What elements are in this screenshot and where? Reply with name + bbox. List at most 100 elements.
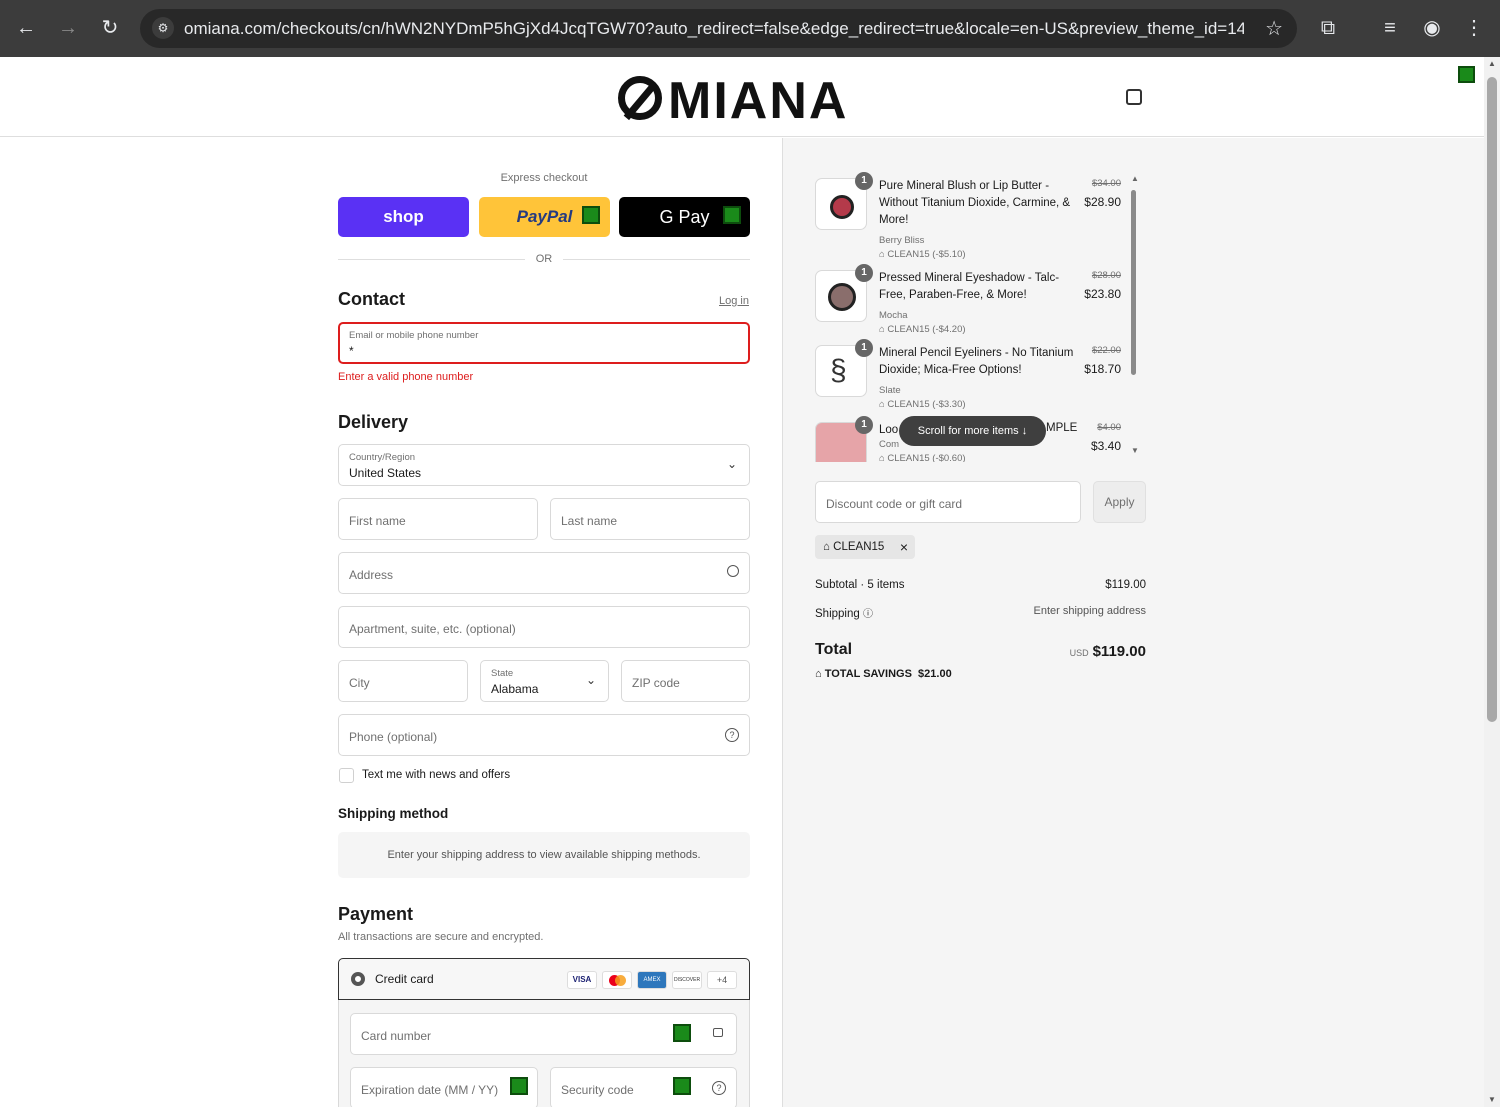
help-icon[interactable]: ? xyxy=(725,728,739,742)
total-savings: ⌂ TOTAL SAVINGS $21.00 xyxy=(815,668,952,680)
page-scrollbar[interactable]: ▲ ▼ xyxy=(1484,57,1500,1107)
original-price: $34.00 xyxy=(1091,178,1121,189)
city-field[interactable]: City xyxy=(338,660,468,702)
amex-icon: AMEX xyxy=(637,971,667,989)
visa-icon: VISA xyxy=(567,971,597,989)
cart-scrollbar[interactable]: ▲ ▼ xyxy=(1131,174,1139,458)
apartment-field[interactable]: Apartment, suite, etc. (optional) xyxy=(338,606,750,648)
payment-subtitle: All transactions are secure and encrypte… xyxy=(338,931,544,943)
more-cards-badge: +4 xyxy=(707,971,737,989)
scroll-up-icon[interactable]: ▲ xyxy=(1131,174,1139,183)
email-error: Enter a valid phone number xyxy=(338,371,474,383)
state-select[interactable]: State Alabama ⌄ xyxy=(480,660,609,702)
product-variant: Mocha xyxy=(879,310,908,321)
state-label: State xyxy=(491,668,514,679)
login-link[interactable]: Log in xyxy=(719,295,749,307)
shopping-bag-icon[interactable] xyxy=(1126,89,1142,105)
text-offers-checkbox[interactable] xyxy=(339,768,354,783)
url-text[interactable]: omiana.com/checkouts/cn/hWN2NYDmP5hGjXd4… xyxy=(184,19,1244,39)
phone-field[interactable]: Phone (optional) ? xyxy=(338,714,750,756)
info-icon[interactable]: ⓘ xyxy=(863,609,873,620)
discount-placeholder: Discount code or gift card xyxy=(826,497,963,511)
browser-toolbar: ← → ↻ ⚙ omiana.com/checkouts/cn/hWN2NYDm… xyxy=(0,0,1500,57)
address-bar[interactable]: ⚙ omiana.com/checkouts/cn/hWN2NYDmP5hGjX… xyxy=(140,9,1297,48)
product-variant: Com xyxy=(879,439,900,450)
item-discount: ⌂ CLEAN15 (-$5.10) xyxy=(879,249,966,260)
cart-items-list[interactable]: 1 Pure Mineral Blush or Lip Butter - Wit… xyxy=(815,170,1145,462)
help-icon[interactable]: ? xyxy=(712,1081,726,1095)
extension-marker-icon xyxy=(582,206,600,224)
discount-code-field[interactable]: Discount code or gift card xyxy=(815,481,1081,523)
cart-item: 1 Pressed Mineral Eyeshadow - Talc-Free,… xyxy=(815,264,1135,340)
item-discount: ⌂ CLEAN15 (-$4.20) xyxy=(879,324,966,335)
shop-pay-button[interactable]: shop xyxy=(338,197,469,237)
total-value: $119.00 xyxy=(1092,643,1146,660)
security-code-field[interactable]: Security code ? xyxy=(550,1067,737,1107)
zip-field[interactable]: ZIP code xyxy=(621,660,750,702)
email-label: Email or mobile phone number xyxy=(349,330,479,341)
google-pay-button[interactable]: G Pay xyxy=(619,197,750,237)
scroll-for-more-button[interactable]: Scroll for more items ↓ xyxy=(899,416,1046,446)
quantity-badge: 1 xyxy=(855,416,873,434)
chevron-down-icon: ⌄ xyxy=(726,457,737,471)
apartment-placeholder: Apartment, suite, etc. (optional) xyxy=(349,622,516,636)
or-separator: OR xyxy=(535,253,553,265)
first-name-placeholder: First name xyxy=(349,514,406,528)
forward-icon[interactable]: → xyxy=(54,14,82,42)
country-label: Country/Region xyxy=(349,452,416,463)
cart-item: § 1 Mineral Pencil Eyeliners - No Titani… xyxy=(815,339,1135,415)
zip-placeholder: ZIP code xyxy=(632,676,680,690)
tag-icon: ⌂ xyxy=(815,668,822,680)
shipping-method-placeholder: Enter your shipping address to view avai… xyxy=(338,832,750,878)
discover-icon: DISCOVER xyxy=(672,971,702,989)
scroll-down-icon[interactable]: ▼ xyxy=(1488,1095,1496,1104)
site-header: MIANA xyxy=(0,57,1484,137)
scroll-down-icon[interactable]: ▼ xyxy=(1131,446,1139,455)
express-checkout-title: Express checkout xyxy=(500,172,588,184)
first-name-field[interactable]: First name xyxy=(338,498,538,540)
item-discount: ⌂ CLEAN15 (-$3.30) xyxy=(879,399,966,410)
search-icon xyxy=(727,565,739,577)
scroll-thumb[interactable] xyxy=(1487,77,1497,722)
product-variant: Berry Bliss xyxy=(879,235,925,246)
address-field[interactable]: Address xyxy=(338,552,750,594)
expiration-field[interactable]: Expiration date (MM / YY) xyxy=(350,1067,538,1107)
phone-placeholder: Phone (optional) xyxy=(349,730,438,744)
reload-icon[interactable]: ↻ xyxy=(96,14,124,42)
product-name: Pure Mineral Blush or Lip Butter - Witho… xyxy=(879,180,1071,226)
total-label: Total xyxy=(815,641,853,658)
credit-card-option[interactable]: Credit card VISA AMEX DISCOVER +4 xyxy=(338,958,750,1000)
extension-marker-icon xyxy=(510,1077,528,1095)
country-select[interactable]: Country/Region United States ⌄ xyxy=(338,444,750,486)
reading-list-icon[interactable]: ≡ xyxy=(1376,14,1404,42)
logo-mark-icon xyxy=(618,76,662,120)
scroll-thumb[interactable] xyxy=(1131,190,1136,375)
discounted-price: $3.40 xyxy=(1090,439,1121,453)
contact-heading: Contact xyxy=(338,289,405,309)
apply-button[interactable]: Apply xyxy=(1093,481,1146,523)
menu-kebab-icon[interactable]: ⋮ xyxy=(1460,14,1488,42)
extension-marker-icon xyxy=(723,206,741,224)
email-field[interactable]: Email or mobile phone number * xyxy=(338,322,750,364)
bookmark-star-icon[interactable]: ☆ xyxy=(1265,16,1283,41)
tag-icon: ⌂ xyxy=(823,541,830,553)
last-name-field[interactable]: Last name xyxy=(550,498,750,540)
checkout-form: Express checkout shop PayPal G Pay OR Co… xyxy=(0,138,782,1107)
extensions-icon[interactable]: ⧉ xyxy=(1314,14,1342,42)
remove-discount-icon[interactable]: × xyxy=(900,535,908,559)
site-info-icon[interactable]: ⚙ xyxy=(152,17,174,39)
card-number-field[interactable]: Card number xyxy=(350,1013,737,1055)
profile-icon[interactable]: ◉ xyxy=(1418,14,1446,42)
logo[interactable]: MIANA xyxy=(618,71,848,131)
back-icon[interactable]: ← xyxy=(12,14,40,42)
text-offers-label: Text me with news and offers xyxy=(362,769,511,781)
paypal-button[interactable]: PayPal xyxy=(479,197,610,237)
subtotal-label: Subtotal · 5 items xyxy=(815,579,905,591)
product-name: Mineral Pencil Eyeliners - No Titanium D… xyxy=(879,347,1074,376)
radio-selected-icon[interactable] xyxy=(351,972,365,986)
last-name-placeholder: Last name xyxy=(561,514,618,528)
credit-card-label: Credit card xyxy=(375,972,434,986)
scroll-up-icon[interactable]: ▲ xyxy=(1488,59,1496,68)
extension-marker-icon xyxy=(673,1077,691,1095)
order-summary: 1 Pure Mineral Blush or Lip Butter - Wit… xyxy=(782,138,1484,1107)
